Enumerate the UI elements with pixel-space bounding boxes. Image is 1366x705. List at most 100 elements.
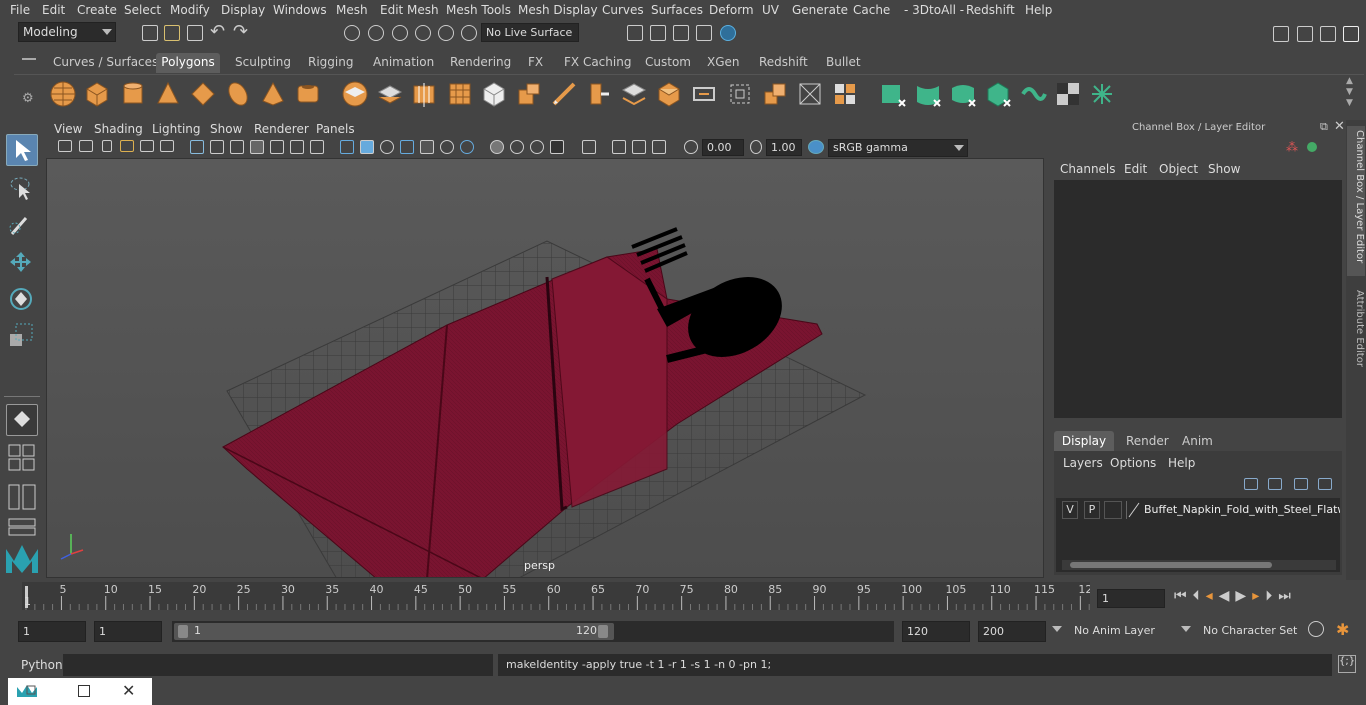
open-scene-icon[interactable]	[164, 25, 180, 41]
automatic-uv-icon[interactable]	[984, 80, 1012, 108]
channel-box-menu-object[interactable]: Object	[1159, 162, 1198, 176]
range-slider-track[interactable]: 1 120	[172, 621, 894, 642]
viewport-menu-shading[interactable]: Shading	[94, 122, 143, 136]
script-editor-icon[interactable]: {;}	[1338, 655, 1356, 673]
bevel-icon[interactable]	[480, 80, 508, 108]
checker-uv-icon[interactable]	[1054, 80, 1082, 108]
separate-icon[interactable]	[376, 80, 404, 108]
menu-select[interactable]: Select	[124, 3, 161, 17]
mode-dropdown[interactable]: Modeling	[18, 22, 116, 42]
menu-edit[interactable]: Edit	[42, 3, 65, 17]
viewport-menu-view[interactable]: View	[54, 122, 82, 136]
shelf-tab-fx[interactable]: FX	[528, 53, 543, 73]
lasso-tool-icon[interactable]	[6, 172, 38, 204]
rotate-tool-icon[interactable]	[6, 284, 38, 316]
color-space-dropdown[interactable]: sRGB gamma	[828, 139, 968, 157]
use-default-material-icon[interactable]	[380, 140, 394, 154]
menu-create[interactable]: Create	[77, 3, 117, 17]
toggle-attribute-icon[interactable]	[1297, 26, 1313, 42]
viewport-menu-renderer[interactable]: Renderer	[254, 122, 309, 136]
anti-aliasing-icon[interactable]	[530, 140, 544, 154]
maya-window-icon[interactable]	[16, 684, 38, 698]
scale-tool-icon[interactable]	[6, 320, 38, 352]
toggle-tool-settings-icon[interactable]	[1320, 26, 1336, 42]
poly-sphere-icon[interactable]	[49, 80, 77, 108]
xray-joints-icon[interactable]	[652, 140, 666, 154]
menu-mesh[interactable]: Mesh	[336, 3, 368, 17]
render-view-icon[interactable]	[627, 25, 643, 41]
menu-mesh-display[interactable]: Mesh Display	[518, 3, 598, 17]
undo-icon[interactable]: ↶	[210, 21, 225, 42]
color-management-icon[interactable]	[808, 140, 824, 154]
smooth-shade-icon[interactable]	[360, 140, 374, 154]
poly-cylinder-icon[interactable]	[119, 80, 147, 108]
layer-tab-anim[interactable]: Anim	[1182, 434, 1213, 448]
menu-surfaces[interactable]: Surfaces	[651, 3, 703, 17]
2d-pan-zoom-icon[interactable]	[140, 140, 154, 152]
snap-grid-icon[interactable]	[344, 25, 360, 41]
multi-cut-icon[interactable]	[550, 80, 578, 108]
playback-end-field[interactable]: 120	[902, 621, 970, 642]
toggle-channel-box-icon[interactable]	[1343, 26, 1359, 42]
xray-icon[interactable]	[612, 140, 626, 154]
play-forwards-icon[interactable]: ▶	[1235, 588, 1252, 604]
wireframe-icon[interactable]	[340, 140, 354, 154]
move-tool-icon[interactable]	[6, 248, 38, 280]
shelf-tab-redshift[interactable]: Redshift	[759, 53, 808, 73]
menu-modify[interactable]: Modify	[170, 3, 210, 17]
viewport-menu-panels[interactable]: Panels	[316, 122, 355, 136]
side-tab-channel-box[interactable]: Channel Box / Layer Editor	[1347, 126, 1365, 276]
poly-cube-icon[interactable]	[83, 80, 111, 108]
uv-editor-icon[interactable]	[831, 80, 859, 108]
motion-blur-icon[interactable]	[510, 140, 524, 154]
snap-point-icon[interactable]	[392, 25, 408, 41]
layer-visibility-toggle[interactable]: V	[1062, 501, 1078, 519]
save-scene-icon[interactable]	[187, 25, 203, 41]
playback-start-field[interactable]: 1	[94, 621, 162, 642]
step-back-icon[interactable]: ⏴	[1193, 588, 1206, 604]
maximize-window-icon[interactable]	[78, 685, 90, 697]
insert-edge-loop-icon[interactable]	[620, 80, 648, 108]
command-language-label[interactable]: Python	[21, 658, 63, 672]
isolate-select-icon[interactable]	[582, 140, 596, 154]
menu-file[interactable]: File	[10, 3, 30, 17]
poly-pyramid-icon[interactable]	[259, 80, 287, 108]
menu-windows[interactable]: Windows	[273, 3, 327, 17]
layer-menu-help[interactable]: Help	[1168, 456, 1195, 470]
xray-active-icon[interactable]	[632, 140, 646, 154]
close-window-icon[interactable]: ✕	[122, 681, 135, 700]
snap-surface-icon[interactable]	[438, 25, 454, 41]
viewport-menu-lighting[interactable]: Lighting	[152, 122, 201, 136]
shelf-scroll-icon[interactable]: ▲ ▼ ▼	[1346, 76, 1353, 109]
shelf-tab-rigging[interactable]: Rigging	[308, 53, 353, 73]
menu-mesh-tools[interactable]: Mesh Tools	[446, 3, 511, 17]
cylindrical-uv-icon[interactable]	[914, 80, 942, 108]
chevron-down-icon[interactable]	[1052, 626, 1062, 632]
layer-name[interactable]: Buffet_Napkin_Fold_with_Steel_Flatw	[1144, 503, 1340, 516]
character-set-dropdown[interactable]: No Character Set	[1203, 624, 1297, 637]
screen-space-ao-icon[interactable]	[490, 140, 504, 154]
step-forward-icon[interactable]: ⏵	[1265, 588, 1278, 604]
auto-key-icon[interactable]	[1308, 621, 1324, 637]
shelf-tab-polygons[interactable]: Polygons	[156, 53, 220, 73]
extrude-icon[interactable]	[515, 80, 543, 108]
gamma-field[interactable]: 1.00	[766, 139, 802, 156]
shelf-settings-gear-icon[interactable]: ⚙	[22, 91, 34, 106]
poly-pipe-icon[interactable]	[294, 80, 322, 108]
manipulator-toggle-icon[interactable]	[1307, 142, 1317, 152]
menu-cache[interactable]: Cache	[853, 3, 890, 17]
snap-view-icon[interactable]	[415, 25, 431, 41]
extrude-face-icon[interactable]	[585, 80, 613, 108]
float-panel-icon[interactable]: ⧉	[1320, 120, 1328, 134]
channel-box-menu-channels[interactable]: Channels	[1060, 162, 1116, 176]
safe-action-icon[interactable]	[290, 140, 304, 154]
wireframe-on-shaded-icon[interactable]	[400, 140, 414, 154]
layer-scrollbar[interactable]	[1062, 560, 1336, 570]
planar-uv-icon[interactable]	[879, 80, 907, 108]
current-frame-field[interactable]: 1	[1097, 589, 1165, 608]
menu-display[interactable]: Display	[221, 3, 265, 17]
exposure-icon[interactable]	[684, 140, 698, 154]
layer-scrollbar-thumb[interactable]	[1070, 562, 1272, 568]
menu-curves[interactable]: Curves	[602, 3, 644, 17]
shelf-tab-curves-surfaces[interactable]: Curves / Surfaces	[53, 53, 158, 73]
